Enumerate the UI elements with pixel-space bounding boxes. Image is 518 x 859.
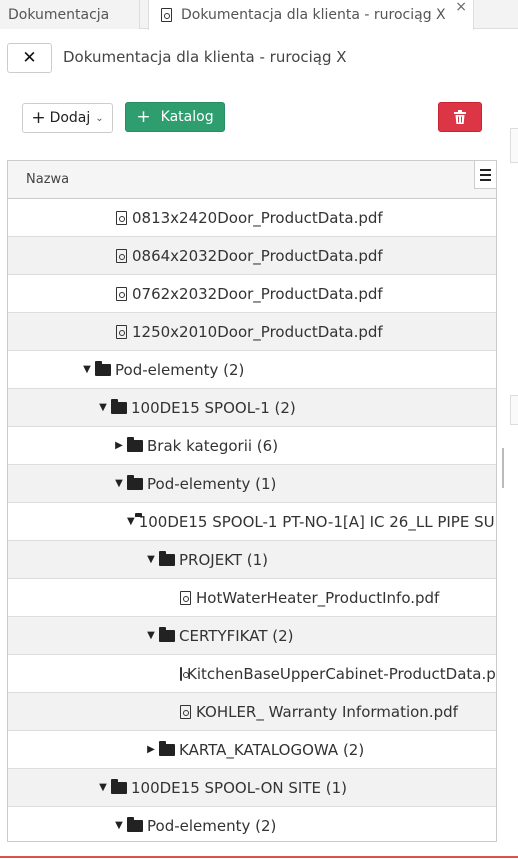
chevron-down-icon: ⌄ — [95, 112, 104, 124]
row-label: Pod-elementy (1) — [147, 474, 277, 493]
tree-row-file[interactable]: 0762x2032Door_ProductData.pdf — [8, 275, 496, 313]
add-button[interactable]: + Dodaj ⌄ — [22, 103, 113, 133]
caret-down-icon[interactable]: ▼ — [79, 364, 95, 375]
tree-row-folder[interactable]: ▼ Pod-elementy (1) — [8, 465, 496, 503]
column-header[interactable]: Nazwa — [8, 161, 496, 199]
caret-down-icon[interactable]: ▼ — [111, 820, 127, 831]
tree-row-folder[interactable]: ▼ Pod-elementy (2) — [8, 351, 496, 389]
row-label: Pod-elementy (2) — [115, 360, 245, 379]
tree-row-folder[interactable]: ▼ PROJEKT (1) — [8, 541, 496, 579]
close-icon: ✕ — [22, 48, 37, 68]
add-label: Dodaj — [49, 110, 91, 126]
folder-icon — [127, 474, 143, 490]
close-button[interactable]: ✕ — [7, 43, 52, 73]
row-label: 1250x2010Door_ProductData.pdf — [132, 322, 383, 341]
caret-down-icon[interactable]: ▼ — [143, 554, 159, 565]
tab-bar: Dokumentacja Dokumentacja dla klienta - … — [0, 0, 518, 30]
column-menu-button[interactable] — [474, 161, 496, 189]
side-panel-edge — [510, 128, 518, 163]
file-icon — [180, 704, 191, 719]
row-label: 0864x2032Door_ProductData.pdf — [132, 246, 383, 265]
caret-down-icon[interactable]: ▼ — [111, 478, 127, 489]
page-title: Dokumentacja dla klienta - rurociąg X — [63, 48, 347, 66]
close-tab-icon[interactable]: × — [455, 0, 467, 14]
plus-icon: + — [31, 108, 46, 128]
row-label: 100DE15 SPOOL-1 PT-NO-1[A] IC 26_LL PIPE… — [138, 512, 496, 531]
tree-row-folder[interactable]: ▼ 100DE15 SPOOL-ON SITE (1) — [8, 769, 496, 807]
row-label: Pod-elementy (2) — [147, 816, 277, 835]
row-label: 100DE15 SPOOL-1 (2) — [131, 398, 296, 417]
add-catalog-button[interactable]: + Katalog — [125, 102, 225, 132]
document-tree-grid: Nazwa 0813x2420Door_ProductData.pdf 0864… — [7, 160, 497, 842]
file-icon — [161, 8, 172, 22]
file-icon — [180, 590, 191, 605]
tab-dokumentacja[interactable]: Dokumentacja — [0, 0, 140, 29]
folder-icon — [159, 740, 175, 756]
row-label: HotWaterHeater_ProductInfo.pdf — [196, 588, 440, 607]
row-label: KOHLER_ Warranty Information.pdf — [196, 702, 458, 721]
bottom-accent-line — [0, 856, 518, 858]
tree-row-file[interactable]: KOHLER_ Warranty Information.pdf — [8, 693, 496, 731]
file-icon — [116, 324, 127, 339]
column-name: Nazwa — [26, 172, 70, 187]
row-label: PROJEKT (1) — [179, 550, 269, 569]
tab-label: Dokumentacja dla klienta - rurociąg X — [181, 7, 446, 23]
tree-row-file[interactable]: 0864x2032Door_ProductData.pdf — [8, 237, 496, 275]
caret-right-icon[interactable]: ▶ — [143, 744, 159, 755]
tree-row-folder[interactable]: ▶ KARTA_KATALOGOWA (2) — [8, 731, 496, 769]
folder-icon — [95, 360, 111, 376]
caret-down-icon[interactable]: ▼ — [143, 630, 159, 641]
tree-row-folder[interactable]: ▼ 100DE15 SPOOL-1 PT-NO-1[A] IC 26_LL PI… — [8, 503, 496, 541]
row-label: Brak kategorii (6) — [147, 436, 279, 455]
delete-button[interactable] — [438, 102, 482, 132]
catalog-label: Katalog — [160, 109, 214, 125]
caret-down-icon[interactable]: ▼ — [95, 402, 111, 413]
folder-icon — [159, 550, 175, 566]
row-label: 0813x2420Door_ProductData.pdf — [132, 208, 383, 227]
folder-icon — [111, 778, 127, 794]
tree-row-folder[interactable]: ▶ Brak kategorii (6) — [8, 427, 496, 465]
splitter-handle[interactable] — [502, 448, 504, 488]
tree-row-folder[interactable]: ▼ Pod-elementy (2) — [8, 807, 496, 841]
file-icon — [116, 248, 127, 263]
folder-icon — [127, 436, 143, 452]
folder-icon — [111, 398, 127, 414]
row-label: CERTYFIKAT (2) — [179, 626, 294, 645]
file-icon — [116, 210, 127, 225]
side-panel-edge — [510, 395, 518, 425]
row-label: KitchenBaseUpperCabinet-ProductData.pdf — [187, 664, 497, 683]
folder-icon — [159, 626, 175, 642]
tree-row-file[interactable]: KitchenBaseUpperCabinet-ProductData.pdf — [8, 655, 496, 693]
tab-label: Dokumentacja — [8, 6, 110, 23]
trash-icon — [454, 110, 466, 124]
tab-dokumentacja-klienta[interactable]: Dokumentacja dla klienta - rurociąg X × — [148, 0, 474, 30]
caret-down-icon[interactable]: ▼ — [95, 782, 111, 793]
row-label: 0762x2032Door_ProductData.pdf — [132, 284, 383, 303]
file-icon — [116, 286, 127, 301]
caret-right-icon[interactable]: ▶ — [111, 440, 127, 451]
tree-row-file[interactable]: 0813x2420Door_ProductData.pdf — [8, 199, 496, 237]
row-label: KARTA_KATALOGOWA (2) — [179, 740, 365, 759]
tree-row-folder[interactable]: ▼ 100DE15 SPOOL-1 (2) — [8, 389, 496, 427]
file-icon — [180, 666, 189, 681]
tree-row-file[interactable]: 1250x2010Door_ProductData.pdf — [8, 313, 496, 351]
caret-down-icon[interactable]: ▼ — [127, 516, 135, 527]
row-label: 100DE15 SPOOL-ON SITE (1) — [131, 778, 348, 797]
tree-row-folder[interactable]: ▼ CERTYFIKAT (2) — [8, 617, 496, 655]
tree-row-file[interactable]: HotWaterHeater_ProductInfo.pdf — [8, 579, 496, 617]
folder-icon — [127, 816, 143, 832]
plus-icon: + — [136, 107, 151, 127]
